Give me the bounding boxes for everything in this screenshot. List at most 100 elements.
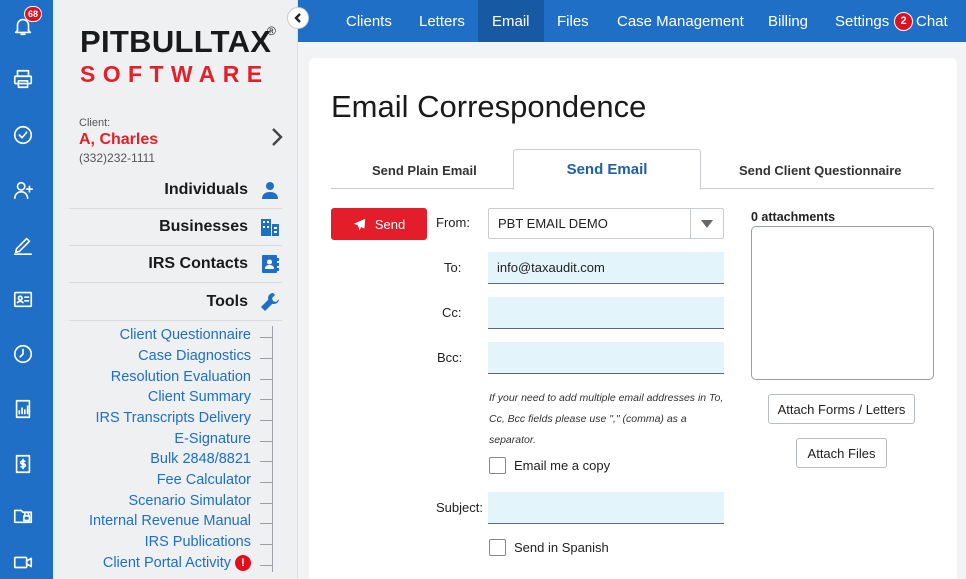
tree-branch (260, 379, 273, 380)
from-value: PBT EMAIL DEMO (498, 216, 608, 231)
sidebar-item-businesses[interactable]: Businesses (69, 209, 282, 246)
chevron-right-icon[interactable] (269, 126, 285, 148)
tool-link[interactable]: Client Questionnaire (120, 327, 251, 343)
nav-chat-label: Chat (916, 12, 948, 30)
sidebar-item-label: Businesses (159, 218, 248, 235)
tab-send-plain-email[interactable]: Send Plain Email (372, 163, 477, 178)
tools-tree-line (272, 326, 273, 572)
person-icon (260, 180, 280, 200)
nav-case-management[interactable]: Case Management (617, 0, 744, 42)
page-title: Email Correspondence (331, 89, 647, 124)
send-button[interactable]: Send (331, 208, 427, 240)
clock-icon[interactable] (9, 340, 37, 368)
tree-branch (260, 399, 273, 400)
tree-branch (260, 337, 273, 338)
wrench-icon (260, 292, 280, 312)
paper-plane-icon (353, 218, 365, 230)
tool-link[interactable]: Resolution Evaluation (111, 369, 251, 385)
from-select[interactable]: PBT EMAIL DEMO (488, 208, 724, 239)
email-copy-label: Email me a copy (514, 458, 611, 473)
tool-link[interactable]: Case Diagnostics (138, 348, 251, 364)
sidebar-item-tools[interactable]: Tools (69, 284, 282, 321)
logo-wordmark: PITBULLTAX (80, 24, 272, 59)
tree-branch (260, 523, 273, 524)
tool-link-client-portal-activity[interactable]: Client Portal Activity! (103, 555, 251, 571)
email-copy-checkbox[interactable] (489, 457, 506, 474)
sidebar-item-irs-contacts[interactable]: IRS Contacts (69, 246, 282, 283)
to-label: To: (444, 260, 462, 275)
tree-branch (260, 461, 273, 462)
tree-branch (260, 565, 273, 566)
client-sidebar: PITBULLTAX ® SOFTWARE Client: A, Charles… (53, 0, 298, 579)
tool-link[interactable]: Scenario Simulator (129, 493, 252, 509)
attach-forms-letters-button[interactable]: Attach Forms / Letters (768, 394, 915, 424)
check-circle-icon[interactable] (9, 121, 37, 149)
nav-email[interactable]: Email (478, 0, 544, 42)
invoice-icon[interactable] (9, 450, 37, 478)
tool-link[interactable]: Fee Calculator (157, 472, 251, 488)
nav-billing[interactable]: Billing (768, 0, 808, 42)
nav-clients[interactable]: Clients (346, 0, 392, 42)
client-label: Client: (79, 117, 111, 129)
to-field[interactable]: info@taxaudit.com (488, 252, 724, 284)
from-label: From: (436, 215, 470, 230)
subject-label: Subject: (436, 500, 483, 515)
address-separator-hint: If your need to add multiple email addre… (489, 392, 724, 446)
alert-icon: ! (235, 555, 251, 571)
sidebar-item-individuals[interactable]: Individuals (69, 172, 282, 209)
chevron-left-icon (294, 13, 301, 23)
sidebar-item-label: Tools (206, 293, 248, 310)
tool-link[interactable]: E-Signature (174, 431, 251, 447)
logo-subtitle: SOFTWARE (80, 61, 270, 87)
tree-branch (260, 420, 273, 421)
tool-link-label: Client Portal Activity (102, 555, 231, 571)
client-phone: (332)232-1111 (79, 151, 156, 165)
collapse-sidebar-button[interactable] (287, 7, 309, 29)
tree-branch (260, 441, 273, 442)
nav-files[interactable]: Files (557, 0, 589, 42)
tab-send-email[interactable]: Send Email (513, 149, 701, 190)
tree-branch (260, 482, 273, 483)
tree-branch (260, 358, 273, 359)
send-button-label: Send (374, 216, 406, 232)
tab-send-client-questionnaire[interactable]: Send Client Questionnaire (739, 163, 902, 178)
lock-folder-icon[interactable] (9, 501, 37, 529)
report-icon[interactable] (9, 395, 37, 423)
cc-label: Cc: (442, 305, 462, 320)
notification-badge: 68 (24, 6, 43, 22)
nav-settings[interactable]: Settings (835, 0, 889, 42)
sidebar-item-label: Individuals (164, 181, 248, 198)
id-card-icon[interactable] (9, 285, 37, 313)
tool-link[interactable]: IRS Transcripts Delivery (95, 410, 251, 426)
sidebar-item-label: IRS Contacts (148, 255, 248, 272)
send-in-spanish-label: Send in Spanish (514, 540, 609, 555)
client-name[interactable]: A, Charles (79, 131, 158, 149)
cc-field[interactable] (488, 297, 724, 329)
subject-field[interactable] (488, 492, 724, 524)
pencil-icon[interactable] (9, 231, 37, 259)
tool-link[interactable]: Client Summary (148, 389, 251, 405)
video-icon[interactable] (9, 548, 37, 576)
bcc-field[interactable] (488, 342, 724, 374)
tool-link[interactable]: Internal Revenue Manual (89, 513, 251, 529)
logo-registered-mark: ® (267, 24, 276, 38)
attachment-count: 0 attachments (751, 210, 836, 224)
bcc-label: Bcc: (437, 350, 463, 365)
chat-count-badge: 2 (894, 11, 913, 31)
tool-link[interactable]: Bulk 2848/8821 (150, 451, 251, 467)
top-navigation: Clients Letters Email Files Case Managem… (298, 0, 966, 42)
add-user-icon[interactable] (9, 176, 37, 204)
attach-files-button[interactable]: Attach Files (796, 438, 887, 468)
building-icon (260, 217, 280, 237)
nav-letters[interactable]: Letters (419, 0, 465, 42)
printer-icon[interactable] (9, 65, 37, 93)
tool-link[interactable]: IRS Publications (145, 534, 251, 550)
tree-branch (260, 503, 273, 504)
send-in-spanish-checkbox[interactable] (489, 539, 506, 556)
icon-rail: 68 (0, 0, 53, 579)
nav-chat[interactable]: 2 Chat (894, 0, 948, 42)
dropdown-arrow-icon[interactable] (690, 209, 723, 238)
attachments-list[interactable] (751, 226, 934, 380)
contacts-book-icon (260, 254, 280, 274)
tree-branch (260, 544, 273, 545)
